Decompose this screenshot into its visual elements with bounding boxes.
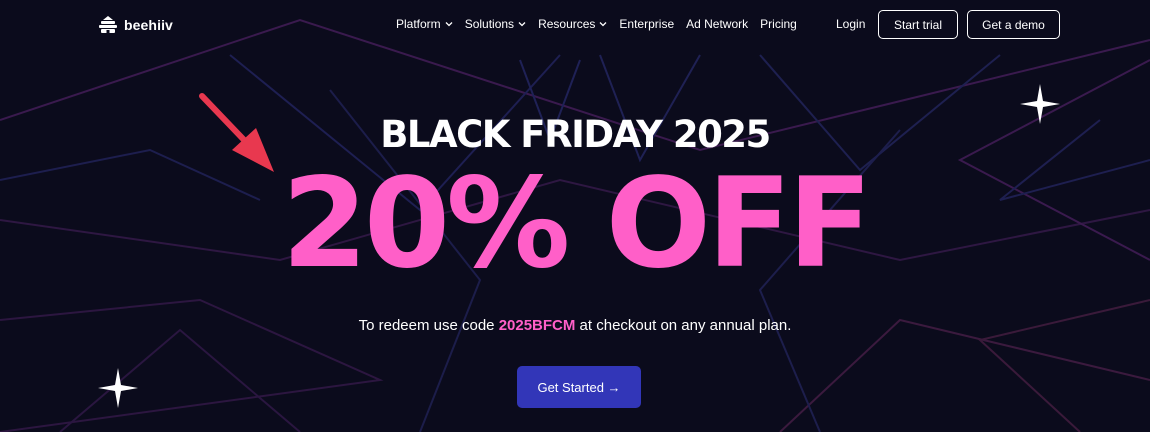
nav-item-label: Pricing <box>760 17 797 31</box>
get-demo-button[interactable]: Get a demo <box>967 10 1060 39</box>
nav-item-pricing[interactable]: Pricing <box>760 17 797 31</box>
start-trial-button[interactable]: Start trial <box>878 10 958 39</box>
nav-item-label: Resources <box>538 17 596 31</box>
chevron-down-icon <box>599 22 607 27</box>
nav-item-enterprise[interactable]: Enterprise <box>619 17 674 31</box>
nav-item-label: Solutions <box>464 17 515 31</box>
sparkle-icon <box>98 368 138 408</box>
promo-code: 2025BFCM <box>498 317 576 334</box>
redeem-text: To redeem use code 2025BFCM at checkout … <box>0 317 1150 334</box>
hero-headline: BLACK FRIDAY 2025 <box>380 113 771 156</box>
nav-item-solutions[interactable]: Solutions <box>465 17 526 31</box>
chevron-down-icon <box>518 22 526 27</box>
hero-offer: 20% OFF <box>281 152 873 296</box>
nav-item-resources[interactable]: Resources <box>538 17 607 31</box>
brand-logo[interactable]: beehiiv <box>98 14 173 36</box>
nav-item-platform[interactable]: Platform <box>396 17 453 31</box>
redeem-prefix: To redeem use code <box>358 317 499 334</box>
redeem-suffix: at checkout on any annual plan. <box>575 317 792 334</box>
login-link[interactable]: Login <box>836 17 865 31</box>
brand-name: beehiiv <box>124 17 173 33</box>
nav-item-label: Enterprise <box>619 17 675 31</box>
main-navigation: Platform Solutions Resources Enterprise … <box>396 17 809 31</box>
beehive-icon <box>99 16 117 34</box>
nav-item-ad-network[interactable]: Ad Network <box>686 17 748 31</box>
top-navbar: beehiiv Platform Solutions Resources Ent… <box>0 0 1150 50</box>
get-started-button[interactable]: Get Started → <box>517 366 641 408</box>
nav-item-label: Platform <box>396 17 441 31</box>
nav-item-label: Ad Network <box>686 17 749 31</box>
chevron-down-icon <box>445 22 453 27</box>
